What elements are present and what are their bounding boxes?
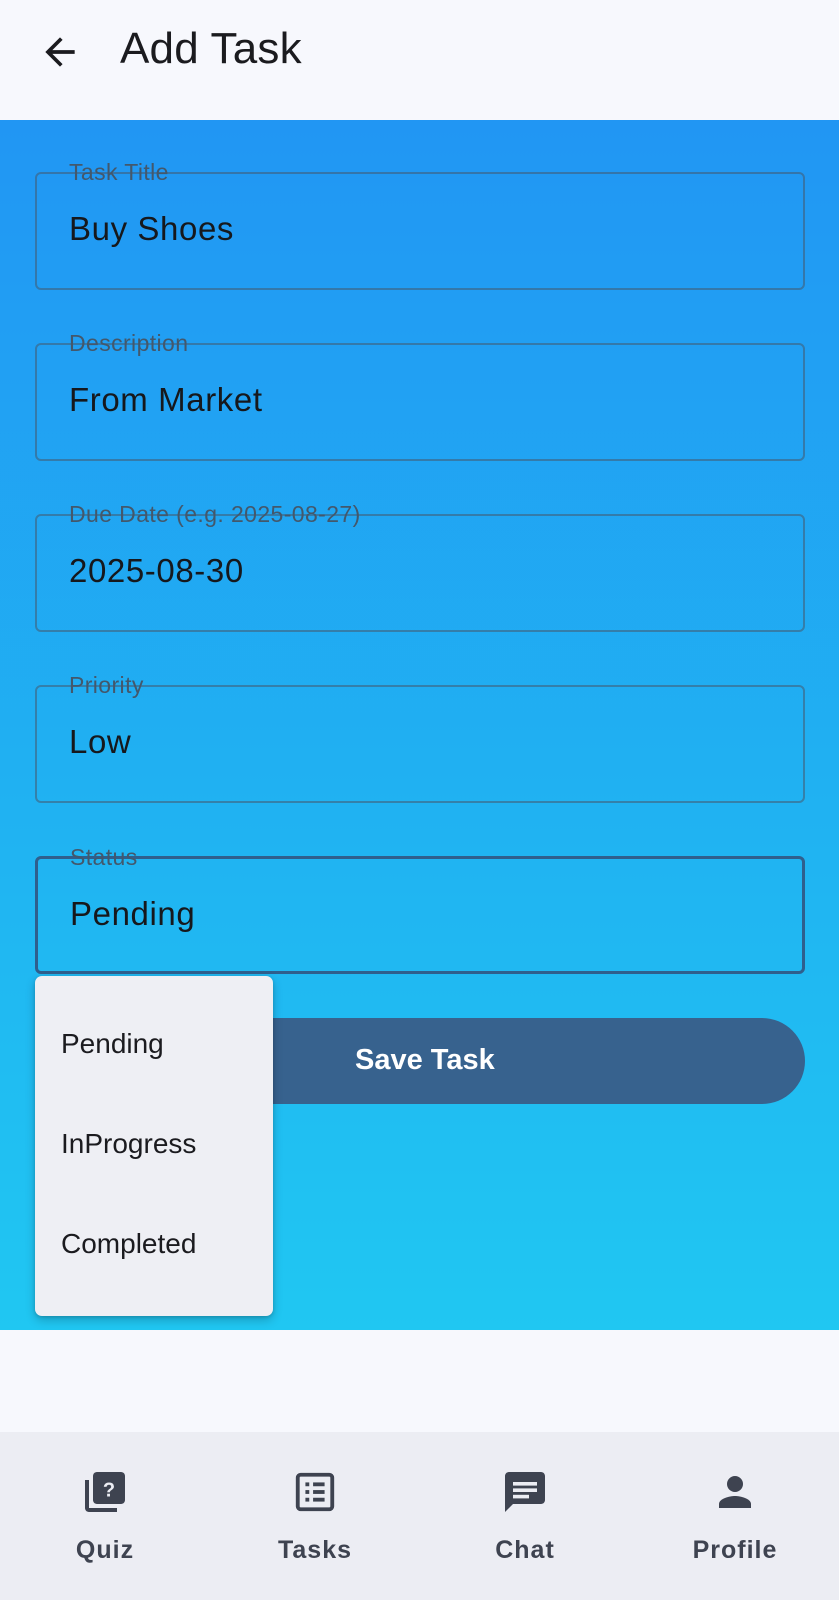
status-dropdown-menu: Pending InProgress Completed: [35, 976, 273, 1316]
list-icon: [289, 1466, 341, 1518]
nav-label-chat: Chat: [495, 1536, 555, 1564]
task-form: Task Title Buy Shoes Description From Ma…: [0, 120, 839, 1330]
app-bar: Add Task: [0, 0, 839, 120]
page-title: Add Task: [120, 24, 302, 73]
priority-value: Low: [69, 723, 132, 760]
status-label: Status: [70, 844, 138, 870]
nav-item-tasks[interactable]: Tasks: [210, 1432, 420, 1600]
nav-label-tasks: Tasks: [277, 1536, 353, 1564]
nav-item-profile[interactable]: Profile: [630, 1432, 839, 1600]
nav-label-quiz: Quiz: [75, 1536, 135, 1564]
back-button[interactable]: [34, 26, 86, 78]
nav-item-quiz[interactable]: ? Quiz: [0, 1432, 210, 1600]
person-icon: [709, 1466, 761, 1518]
nav-label-profile: Profile: [692, 1536, 778, 1564]
nav-item-chat[interactable]: Chat: [420, 1432, 630, 1600]
bottom-navigation: ? Quiz Tasks Chat Profile: [0, 1432, 839, 1600]
task-title-value: Buy Shoes: [69, 210, 235, 247]
status-field[interactable]: Status Pending: [35, 844, 805, 974]
add-task-screen: Add Task Task Title Buy Shoes Descriptio…: [0, 0, 839, 1600]
status-value: Pending: [70, 895, 196, 932]
task-title-label: Task Title: [69, 159, 169, 185]
description-label: Description: [69, 330, 189, 356]
status-option-pending[interactable]: Pending: [35, 994, 273, 1094]
due-date-value: 2025-08-30: [69, 552, 244, 589]
arrow-back-icon: [45, 37, 75, 67]
save-task-label: Save Task: [355, 1044, 495, 1076]
due-date-label: Due Date (e.g. 2025-08-27): [69, 501, 361, 527]
status-option-completed[interactable]: Completed: [35, 1194, 273, 1294]
status-option-inprogress[interactable]: InProgress: [35, 1094, 273, 1194]
svg-text:?: ?: [103, 1479, 115, 1501]
description-value: From Market: [69, 381, 263, 418]
priority-field[interactable]: Priority Low: [35, 672, 805, 803]
task-title-field[interactable]: Task Title Buy Shoes: [35, 159, 805, 290]
due-date-field[interactable]: Due Date (e.g. 2025-08-27) 2025-08-30: [35, 501, 805, 632]
description-field[interactable]: Description From Market: [35, 330, 805, 461]
quiz-icon: ?: [79, 1466, 131, 1518]
chat-icon: [499, 1466, 551, 1518]
priority-label: Priority: [69, 672, 144, 698]
